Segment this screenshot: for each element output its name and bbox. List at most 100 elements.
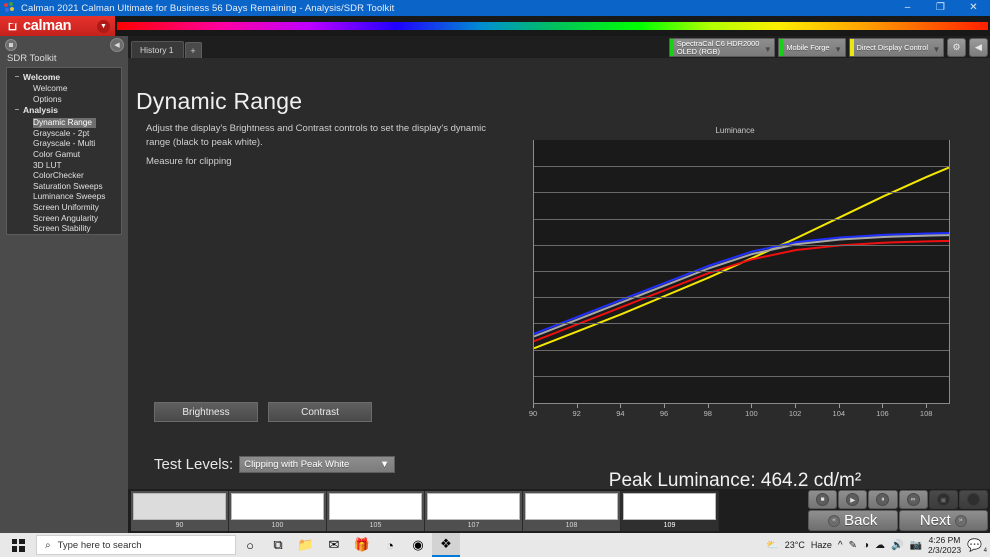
onedrive-icon[interactable]: ☁ [875, 540, 885, 551]
chevron-right-icon: » [954, 514, 967, 527]
chevron-left-icon: ◀ [975, 42, 982, 52]
spectrum-gradient-bar [117, 22, 988, 30]
notification-icon: 💬 [967, 538, 982, 552]
sidebar-item-saturation-sweeps[interactable]: Saturation Sweeps [7, 181, 121, 192]
sidebar-item-screen-uniformity[interactable]: Screen Uniformity [7, 202, 121, 213]
cortana-taskbar-button[interactable]: ○ [236, 533, 264, 557]
page-title: Dynamic Range [136, 88, 303, 114]
file-explorer-taskbar-button[interactable]: 📁 [292, 533, 320, 557]
play-button[interactable]: ▶ [838, 490, 868, 509]
pen-icon[interactable]: ✎ [849, 540, 857, 551]
calman-brand-chip[interactable]: calman ▼ [0, 16, 115, 36]
add-tab-button[interactable]: + [184, 42, 202, 58]
patch-item[interactable]: 90 [131, 491, 229, 531]
task-view-taskbar-button[interactable]: ⧉ [264, 533, 292, 557]
tab-history-1[interactable]: History 1 [131, 41, 184, 58]
file-explorer-icon: 📁 [297, 537, 315, 552]
volume-icon[interactable]: 🔊 [891, 540, 903, 551]
loop-button[interactable]: ∞ [898, 490, 928, 509]
brand-bar: calman ▼ [0, 16, 990, 36]
minimize-button[interactable]: – [891, 0, 924, 16]
sidebar-item-grayscale-2pt[interactable]: Grayscale - 2pt [7, 128, 121, 139]
chart-x-tick-label: 94 [616, 409, 625, 418]
chevron-down-icon[interactable]: ▼ [832, 39, 845, 56]
contrast-button[interactable]: Contrast [268, 402, 372, 422]
back-label: Back [844, 512, 878, 529]
patch-item[interactable]: 100 [229, 491, 327, 531]
next-button[interactable]: Next » [898, 510, 988, 531]
chart-x-tick-label: 102 [788, 409, 802, 418]
brightness-button[interactable]: Brightness [154, 402, 258, 422]
meter-selector[interactable]: SpectraCal C6 HDR2000 OLED (RGB) ▼ [668, 38, 776, 57]
chart-plot-area[interactable] [533, 140, 950, 404]
sidebar-item-welcome[interactable]: Welcome [7, 83, 121, 95]
gear-icon: ⚙ [952, 42, 961, 52]
sidebar-item-dynamic-range[interactable]: Dynamic Range [33, 118, 97, 129]
chart-x-tick-label: 108 [919, 409, 933, 418]
settings-gear-button[interactable]: ⚙ [947, 38, 966, 57]
transport-button-row: ■ ▶ ⏸ ∞ ▣ [808, 490, 989, 509]
close-button[interactable]: ✕ [957, 0, 990, 16]
chart-x-tick-label: 104 [832, 409, 846, 418]
sidebar-group-welcome[interactable]: Welcome [7, 72, 121, 84]
chevron-down-icon[interactable]: ▼ [761, 39, 774, 56]
sidebar-item-colorchecker[interactable]: ColorChecker [7, 171, 121, 182]
sidebar-item-spectral-power-dist[interactable]: Spectral Power Dist. [7, 234, 121, 235]
store-icon: 🎁 [353, 537, 371, 552]
sidebar-item-luminance-sweeps[interactable]: Luminance Sweeps [7, 192, 121, 203]
store-taskbar-button[interactable]: 🎁 [348, 533, 376, 557]
panel-collapse-button[interactable]: ◀ [969, 38, 988, 57]
control-selector[interactable]: Direct Display Control ▼ [848, 38, 944, 57]
sidebar-item-grayscale-multi[interactable]: Grayscale - Multi [7, 139, 121, 150]
back-button[interactable]: « Back [808, 510, 898, 531]
weather-temp: 23°C [784, 540, 805, 550]
calman-taskbar-button[interactable]: ❖ [432, 533, 460, 557]
sidebar-item-screen-angularity[interactable]: Screen Angularity [7, 213, 121, 224]
patch-item[interactable]: 107 [425, 491, 523, 531]
play-icon: ▶ [846, 493, 860, 506]
patch-item[interactable]: 105 [327, 491, 425, 531]
patch-swatch [231, 493, 324, 520]
sidebar-collapse-icon[interactable]: ◀ [110, 38, 124, 52]
step-button[interactable]: ⏸ [868, 490, 898, 509]
chart-x-tick [926, 404, 928, 408]
recorder-icon: ◉ [412, 537, 424, 552]
wifi-icon[interactable]: ◑ [863, 540, 869, 551]
patch-item[interactable]: 109 [621, 491, 719, 531]
patch-level-label: 105 [369, 522, 382, 529]
maximize-button[interactable]: ❐ [924, 0, 957, 16]
stop-button[interactable]: ■ [808, 490, 838, 509]
windows-logo-icon [11, 538, 25, 552]
test-levels-value: Clipping with Peak White [244, 459, 350, 470]
test-levels-select[interactable]: Clipping with Peak White ▼ [239, 456, 396, 473]
tray-expand-icon[interactable]: ^ [838, 540, 843, 551]
patch-item[interactable]: 108 [523, 491, 621, 531]
chart-x-tick [576, 404, 578, 408]
sidebar-item-options[interactable]: Options [7, 94, 121, 105]
sidebar-item-color-gamut[interactable]: Color Gamut [7, 149, 121, 160]
sidebar-item-3d-lut[interactable]: 3D LUT [7, 160, 121, 171]
sidebar-item-screen-stability[interactable]: Screen Stability [7, 224, 121, 234]
chart-x-tick-label: 90 [528, 409, 538, 418]
start-button[interactable] [0, 538, 36, 552]
sidebar-group-analysis[interactable]: Analysis [7, 105, 121, 117]
notifications-button[interactable]: 💬 4 [967, 538, 987, 554]
source-selector[interactable]: Mobile Forge ▼ [778, 38, 846, 57]
device-toolbar: SpectraCal C6 HDR2000 OLED (RGB) ▼ Mobil… [668, 38, 988, 57]
chevron-down-icon: ▼ [379, 459, 390, 470]
taskbar-search-input[interactable]: ⌕ Type here to search [36, 535, 236, 555]
chart-x-tick-label: 106 [876, 409, 889, 418]
mail-taskbar-button[interactable]: ✉ [320, 533, 348, 557]
sidebar-menu-icon[interactable] [5, 39, 17, 51]
taskbar-clock[interactable]: 4:26 PM 2/3/2023 [928, 535, 961, 555]
recorder-taskbar-button[interactable]: ◉ [404, 533, 432, 557]
weather-icon[interactable]: ⛅ [766, 540, 778, 551]
chevron-down-icon[interactable]: ▼ [97, 19, 110, 33]
test-levels-label: Test Levels: [154, 456, 234, 473]
edge-taskbar-button[interactable]: ◔ [376, 533, 404, 557]
next-label: Next [919, 512, 951, 529]
chart-x-tick-label: 96 [659, 409, 669, 418]
chevron-down-icon[interactable]: ▼ [930, 39, 943, 56]
battery-icon[interactable]: 📷 [910, 540, 922, 551]
edge-icon: ◔ [386, 537, 394, 553]
